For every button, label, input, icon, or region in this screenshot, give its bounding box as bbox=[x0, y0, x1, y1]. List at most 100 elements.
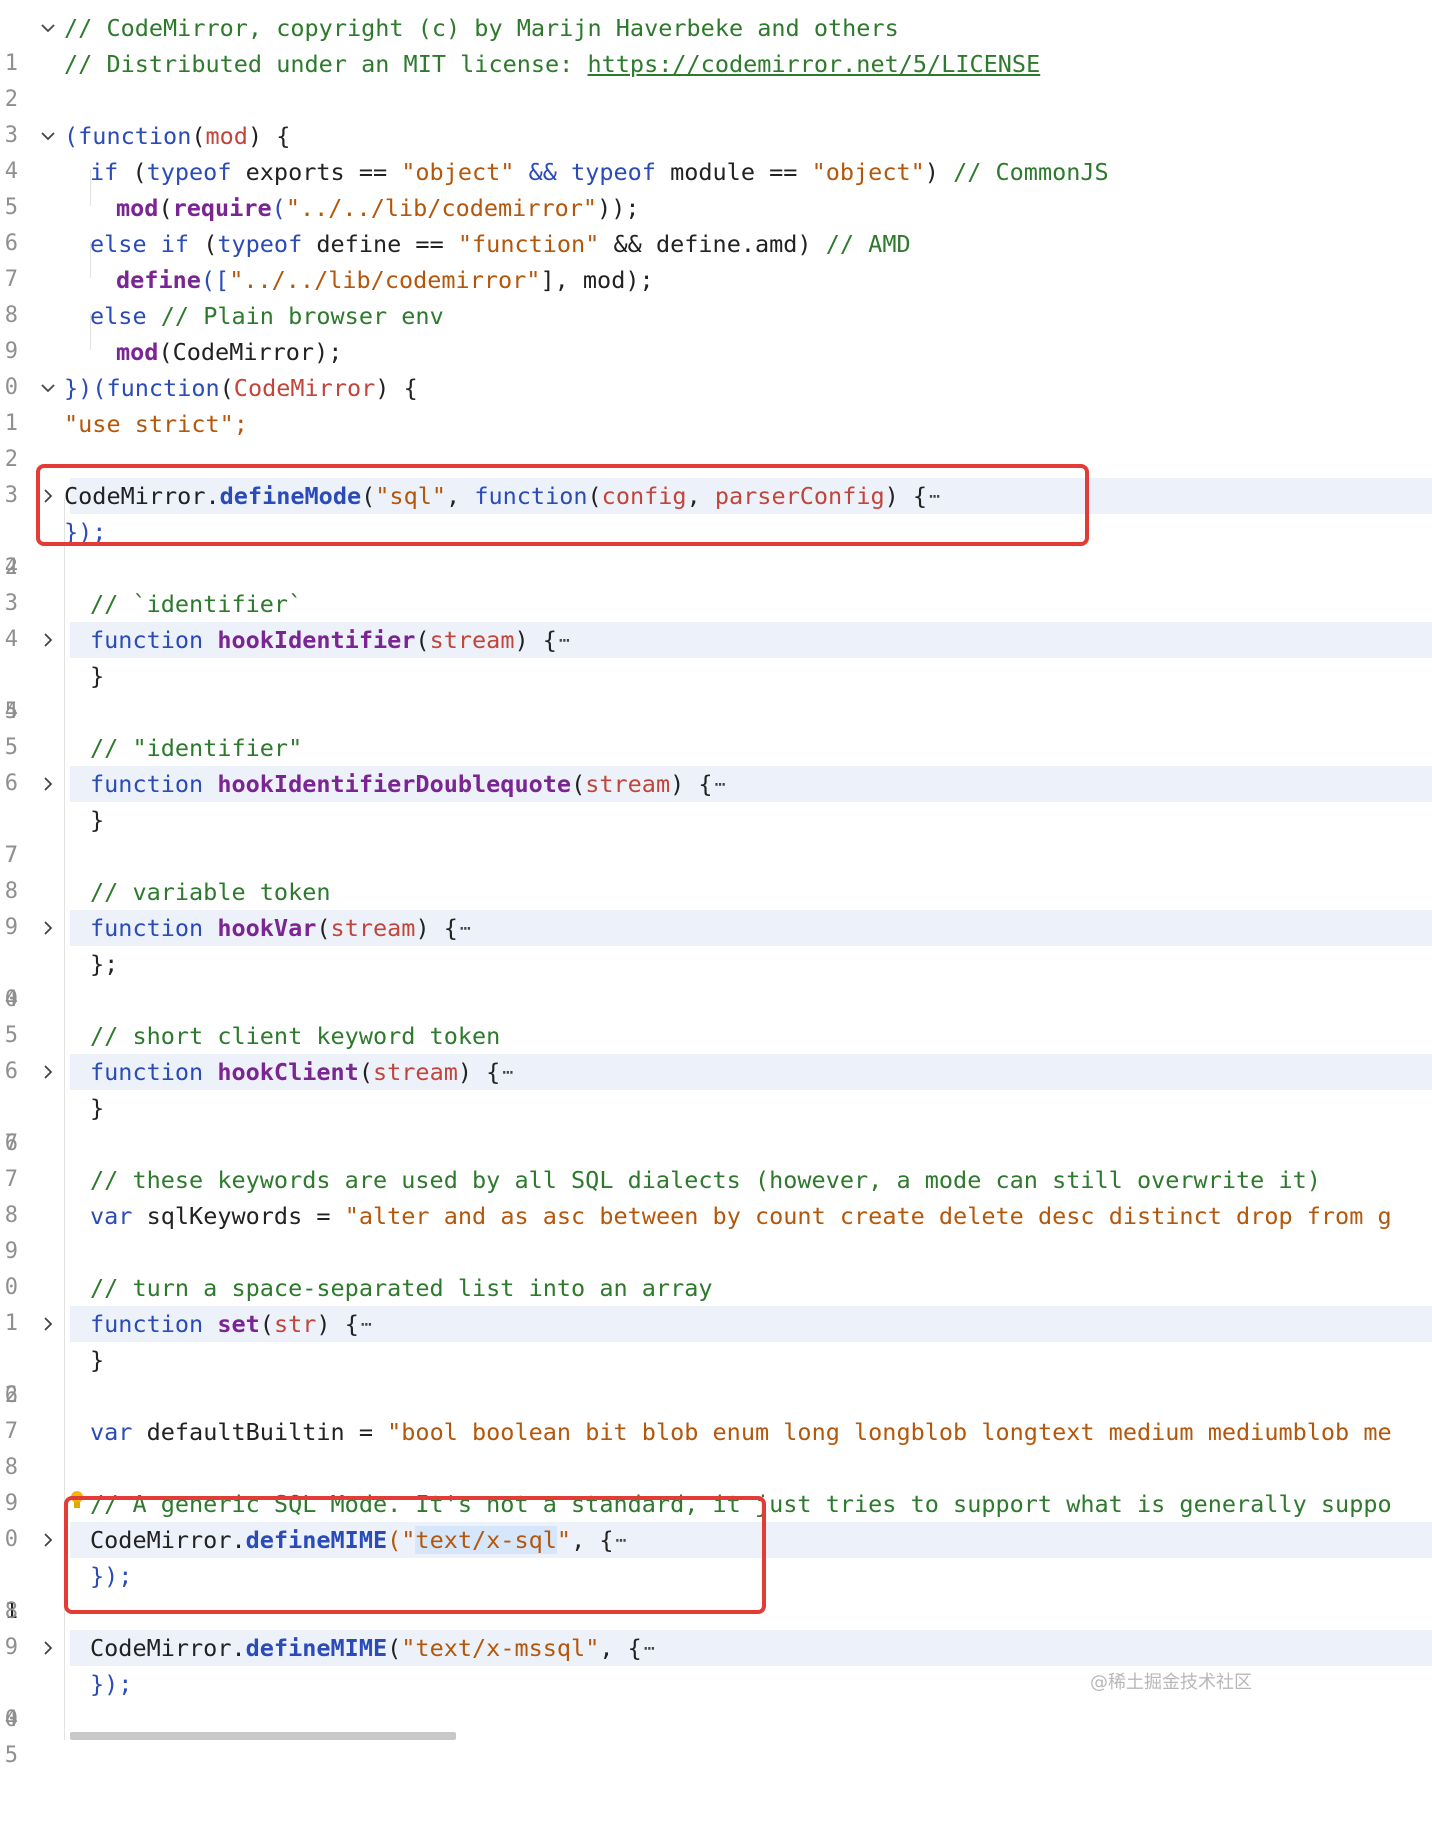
token: defaultBuiltin = bbox=[132, 1418, 388, 1446]
chevron-right-icon[interactable] bbox=[36, 910, 60, 946]
code-line[interactable]: 0 function hookVar(stream) {⋯ bbox=[0, 910, 1432, 1012]
folded-ellipsis[interactable]: ⋯ bbox=[460, 911, 471, 947]
param: str bbox=[273, 1310, 317, 1338]
chevron-right-icon[interactable] bbox=[36, 1630, 60, 1666]
token: , { bbox=[599, 1634, 642, 1662]
string: "alter and as asc between by count creat… bbox=[344, 1202, 1392, 1230]
watermark: @稀土掘金技术社区 bbox=[1090, 1672, 1252, 1693]
code-line[interactable]: 2 "use strict"; bbox=[0, 406, 1432, 472]
code-line[interactable]: 8 // these keywords are used by all SQL … bbox=[0, 1162, 1432, 1228]
code-line[interactable]: 3 bbox=[0, 442, 1432, 508]
code-line[interactable]: 2 }); bbox=[0, 514, 1432, 580]
code-line[interactable]: 8 define(["../../lib/codemirror"], mod); bbox=[0, 262, 1432, 328]
code-line[interactable]: 9 else // Plain browser env bbox=[0, 298, 1432, 364]
code-line[interactable]: 0 CodeMirror.defineMIME("text/x-mssql", … bbox=[0, 1630, 1432, 1732]
code-line[interactable]: 8 }); bbox=[0, 1558, 1432, 1624]
code-line[interactable]: 0 bbox=[0, 1234, 1432, 1300]
code-line[interactable]: 6 } bbox=[0, 1090, 1432, 1156]
folded-ellipsis[interactable]: ⋯ bbox=[502, 1055, 513, 1091]
param: stream bbox=[330, 914, 416, 942]
code-line[interactable]: 9 bbox=[0, 1450, 1432, 1516]
keyword: if bbox=[160, 230, 190, 258]
token: && define.amd) bbox=[599, 230, 826, 258]
code-line[interactable]: 2 function set(str) {⋯ bbox=[0, 1306, 1432, 1408]
code-line[interactable]: 5 function hookIdentifier(stream) {⋯ bbox=[0, 622, 1432, 724]
param: stream bbox=[372, 1058, 458, 1086]
code-line[interactable]: 5 bbox=[0, 982, 1432, 1048]
chevron-right-icon[interactable] bbox=[36, 478, 60, 514]
code-line[interactable]: 1 })(function(CodeMirror) { bbox=[0, 370, 1432, 436]
license-link[interactable]: https://codemirror.net/5/LICENSE bbox=[587, 50, 1040, 78]
code-line[interactable]: 3 bbox=[0, 82, 1432, 148]
code-line[interactable]: 7 function hookIdentifierDoublequote(str… bbox=[0, 766, 1432, 868]
code-line[interactable]: 6 mod(require("../../lib/codemirror")); bbox=[0, 190, 1432, 256]
code-line[interactable]: 1 // turn a space-separated list into an… bbox=[0, 1270, 1432, 1336]
comment-text: // these keywords are used by all SQL di… bbox=[90, 1166, 1321, 1194]
comment-text: // variable token bbox=[90, 878, 331, 906]
code-line[interactable]: 2 // Distributed under an MIT license: h… bbox=[0, 46, 1432, 112]
folded-ellipsis[interactable]: ⋯ bbox=[644, 1631, 655, 1667]
code-line[interactable]: 6 // short client keyword token bbox=[0, 1018, 1432, 1084]
code-line[interactable]: 0 // A generic SQL Mode. It's not a stan… bbox=[0, 1486, 1432, 1552]
code-line[interactable]: 9 // variable token bbox=[0, 874, 1432, 940]
token: , bbox=[446, 482, 475, 510]
keyword: var bbox=[90, 1202, 133, 1230]
horizontal-scrollbar[interactable] bbox=[70, 1732, 456, 1740]
function-name: hookIdentifierDoublequote bbox=[217, 770, 572, 798]
chevron-right-icon[interactable] bbox=[36, 1522, 60, 1558]
keyword: function bbox=[106, 374, 220, 402]
chevron-down-icon[interactable] bbox=[36, 118, 60, 154]
chevron-down-icon[interactable] bbox=[36, 370, 60, 406]
chevron-right-icon[interactable] bbox=[36, 1306, 60, 1342]
folded-ellipsis[interactable]: ⋯ bbox=[616, 1523, 627, 1559]
code-line[interactable]: 8 bbox=[0, 838, 1432, 904]
code-line[interactable]: 3 bbox=[0, 550, 1432, 616]
code-line[interactable]: 0 mod(CodeMirror); bbox=[0, 334, 1432, 400]
folded-ellipsis[interactable]: ⋯ bbox=[929, 479, 940, 515]
keyword: function bbox=[90, 626, 204, 654]
code-line[interactable]: 4 (function(mod) { bbox=[0, 118, 1432, 184]
token: }); bbox=[64, 518, 107, 546]
comment-text: // "identifier" bbox=[90, 734, 303, 762]
selected-text[interactable]: text/x-sql bbox=[415, 1526, 557, 1554]
folded-ellipsis[interactable]: ⋯ bbox=[361, 1307, 372, 1343]
chevron-right-icon[interactable] bbox=[36, 1054, 60, 1090]
token: ) bbox=[924, 158, 954, 186]
code-line[interactable]: 4 }; bbox=[0, 946, 1432, 1012]
lightbulb-icon[interactable] bbox=[70, 1490, 84, 1512]
folded-ellipsis[interactable]: ⋯ bbox=[559, 623, 570, 659]
code-editor[interactable]: 1 // CodeMirror, copyright (c) by Marijn… bbox=[0, 0, 1432, 1768]
token: ) { bbox=[415, 914, 458, 942]
code-line[interactable]: 4 // `identifier` bbox=[0, 586, 1432, 652]
code-line[interactable]: 8 var defaultBuiltin = "bool boolean bit… bbox=[0, 1414, 1432, 1480]
method: defineMIME bbox=[245, 1526, 388, 1554]
code-line[interactable]: 1 // CodeMirror, copyright (c) by Marijn… bbox=[0, 10, 1432, 76]
line-number: 5 bbox=[4, 1743, 18, 1768]
code-line[interactable]: 4 } bbox=[0, 658, 1432, 724]
code-line[interactable]: 5 bbox=[0, 694, 1432, 760]
code-line[interactable]: 7 else if (typeof define == "function" &… bbox=[0, 226, 1432, 292]
code-line[interactable]: 5 if (typeof exports == "object" && type… bbox=[0, 154, 1432, 220]
code-line[interactable]: 6 // "identifier" bbox=[0, 730, 1432, 796]
token: }); bbox=[90, 1562, 133, 1590]
code-line[interactable]: 7 } bbox=[0, 802, 1432, 868]
code-line[interactable]: 9 var sqlKeywords = "alter and as asc be… bbox=[0, 1198, 1432, 1264]
code-line[interactable]: 7 bbox=[0, 1378, 1432, 1444]
code-line[interactable]: 1 CodeMirror.defineMIME("text/x-sql", {⋯ bbox=[0, 1522, 1432, 1624]
comment-text: // `identifier` bbox=[90, 590, 303, 618]
string: " bbox=[556, 1526, 572, 1554]
code-line[interactable]: 7 function hookClient(stream) {⋯ bbox=[0, 1054, 1432, 1156]
chevron-right-icon[interactable] bbox=[36, 622, 60, 658]
chevron-right-icon[interactable] bbox=[36, 766, 60, 802]
chevron-down-icon[interactable] bbox=[36, 10, 60, 46]
code-line[interactable]: 7 bbox=[0, 1126, 1432, 1192]
token: } bbox=[90, 1346, 105, 1374]
code-line[interactable]: 9 bbox=[0, 1594, 1432, 1660]
param: parserConfig bbox=[714, 482, 885, 510]
code-line[interactable]: 6 } bbox=[0, 1342, 1432, 1408]
token: ) { bbox=[670, 770, 713, 798]
code-line[interactable]: 4 CodeMirror.defineMode("sql", function(… bbox=[0, 478, 1432, 580]
folded-ellipsis[interactable]: ⋯ bbox=[715, 767, 726, 803]
